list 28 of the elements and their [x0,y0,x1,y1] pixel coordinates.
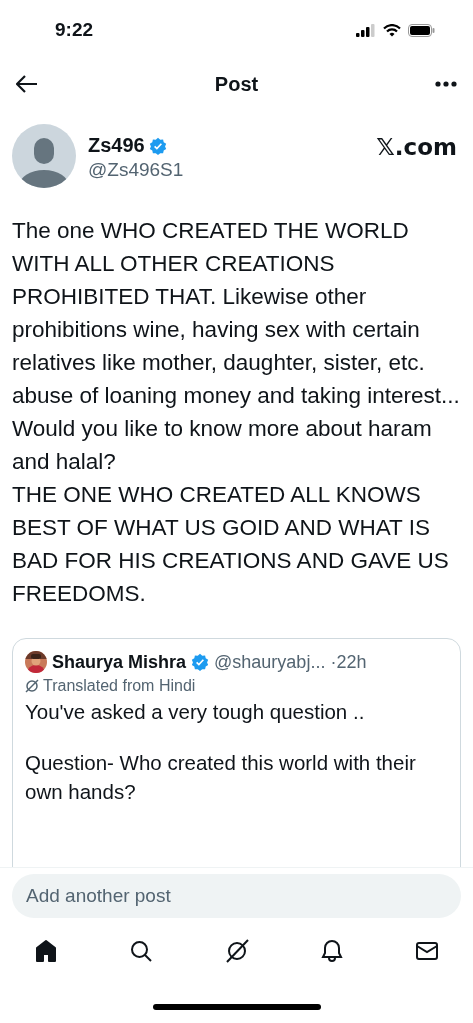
quoted-post-text: You've asked a very tough question .. [25,699,366,725]
back-arrow-icon[interactable] [16,75,38,93]
search-icon[interactable] [128,939,153,963]
reply-field[interactable]: Add another post [12,874,461,918]
post-text: Would you like to know more about haram and halal? [12,415,433,476]
post-text: THE ONE WHO CREATED ALL KNOWS BEST OF WHAT US GOID AND WHAT IS BAD FOR HIS CREATIONS AND GAVE US FREEDOMS. [12,481,450,608]
translation-note[interactable]: Translated from Hindi [43,677,196,695]
signal-icon [356,23,376,37]
slashed-circle-icon[interactable] [223,938,250,964]
notifications-icon[interactable] [320,939,345,963]
post-text: The one WHO CREATED THE WORLD WITH ALL OTHER CREATIONS PROHIBITED THAT. Likewise other prohibitions wine, having sex with certain relatives like mother, daughter, sister, etc. abuse of loaning money and taking interest... [12,217,461,410]
more-options-icon[interactable] [435,81,457,87]
author-name[interactable]: Zs496 [88,134,145,157]
post-time: ·22h [330,651,367,673]
verified-badge-icon [191,653,210,671]
translate-icon [25,679,39,693]
source-label: 𝕏.com [376,134,457,160]
status-time: 9:22 [55,19,94,41]
header-title: Post [214,72,259,96]
verified-badge-icon [148,136,167,155]
wifi-icon [383,23,401,37]
quoted-post-text: Question- Who created this world with their own hands? [25,750,417,805]
quoted-author-name[interactable]: Shaurya Mishra [52,651,187,673]
messages-icon[interactable] [415,939,439,963]
quoted-author-handle: @shauryabj... [214,651,326,673]
author-handle[interactable]: @Zs496S1 [88,159,365,181]
battery-icon [408,23,435,37]
home-icon[interactable] [34,939,58,963]
